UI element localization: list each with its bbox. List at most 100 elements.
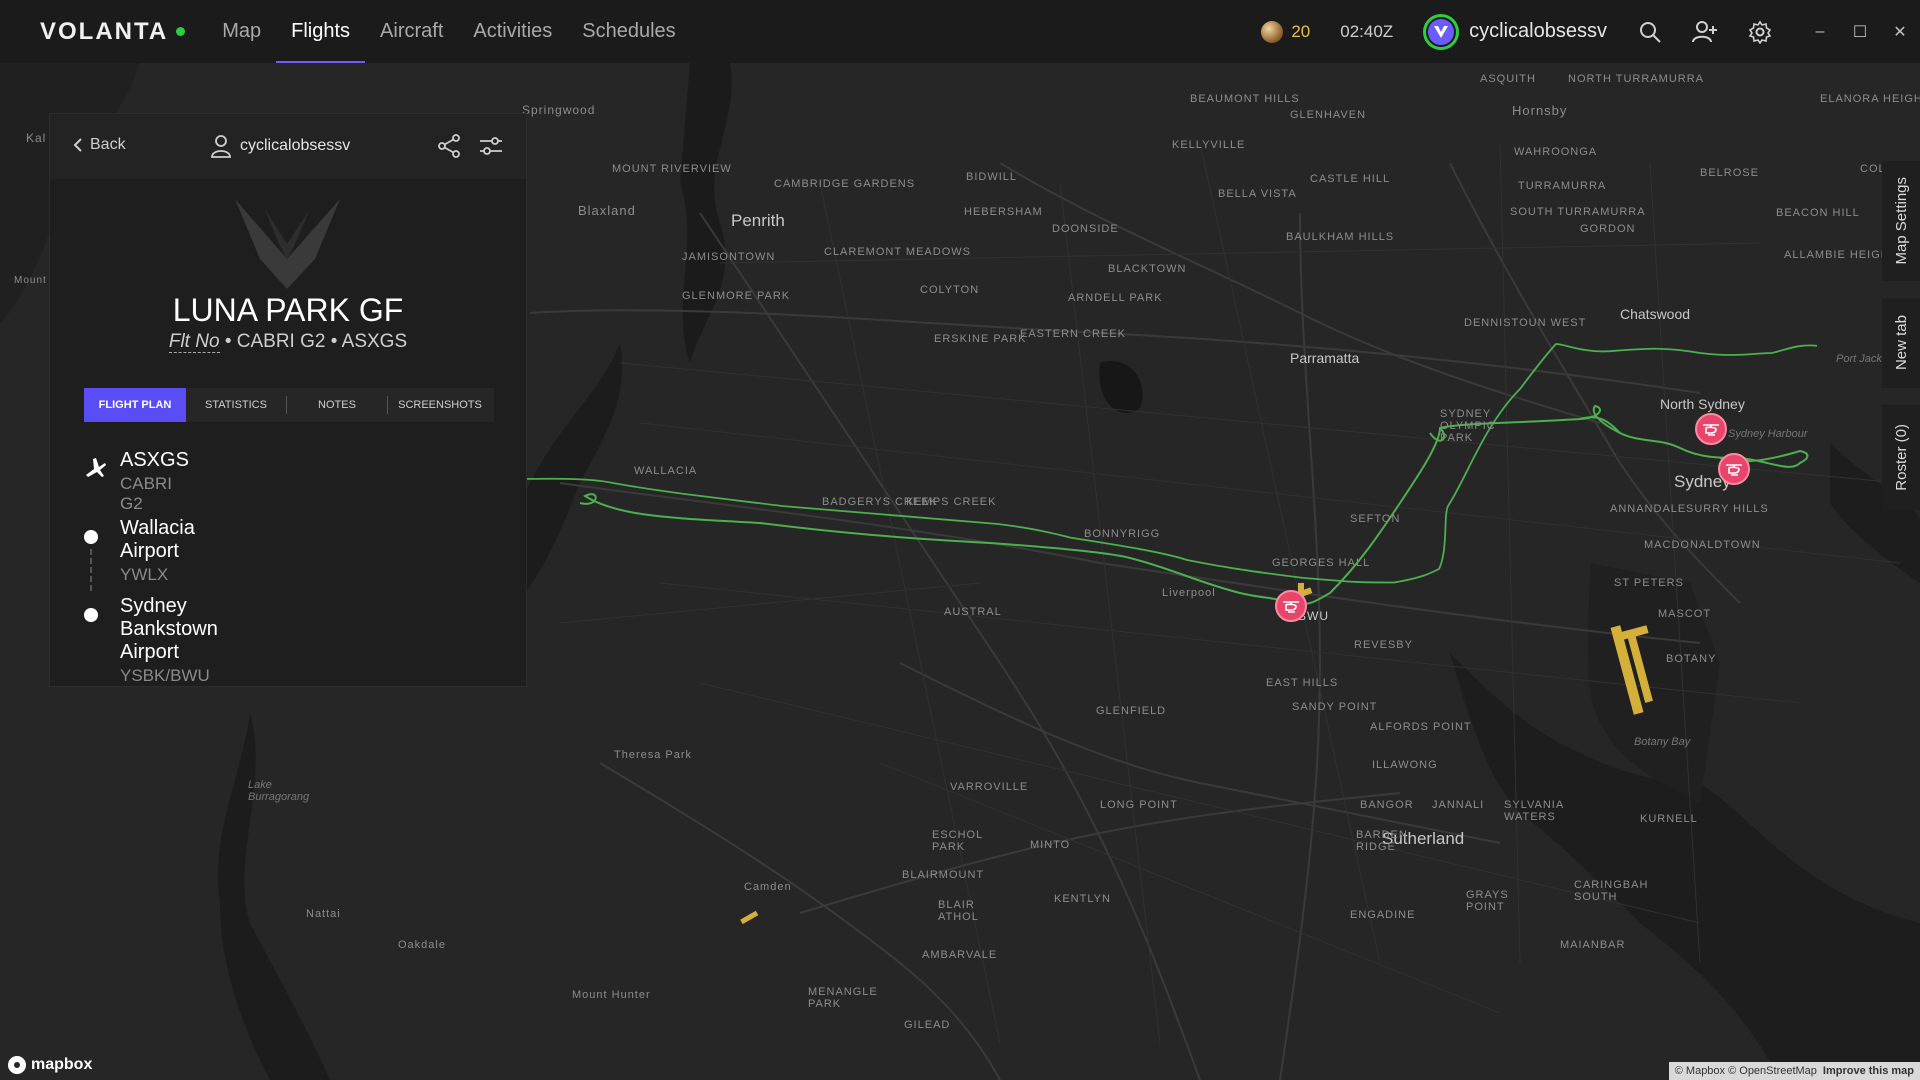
flight-number-placeholder[interactable]: Flt No bbox=[168, 331, 220, 353]
attribution-text[interactable]: © Mapbox © OpenStreetMap bbox=[1675, 1065, 1817, 1077]
map-label: Dennistoun West bbox=[1464, 317, 1587, 329]
map-label: Erskine Park bbox=[934, 333, 1027, 345]
map-label: Sefton bbox=[1350, 513, 1401, 525]
map-label: Gordon bbox=[1580, 223, 1636, 235]
user-icon bbox=[211, 135, 231, 158]
nav-flights[interactable]: Flights bbox=[276, 0, 365, 63]
volanta-v-icon bbox=[1428, 18, 1455, 45]
close-button[interactable]: ✕ bbox=[1880, 0, 1920, 63]
separator-dot: • bbox=[224, 331, 237, 352]
map-label: Mount Riverview bbox=[612, 163, 732, 175]
maximize-button[interactable]: ☐ bbox=[1840, 0, 1880, 63]
map-label: Colyton bbox=[920, 284, 980, 296]
map-label: Sandy Point bbox=[1292, 701, 1378, 713]
map-label: Blairmount bbox=[902, 869, 985, 881]
friends-icon[interactable] bbox=[1690, 17, 1720, 47]
route-connector bbox=[90, 549, 92, 591]
aircraft-registration: ASXGS bbox=[341, 331, 408, 352]
helicopter-marker[interactable] bbox=[1695, 413, 1727, 445]
plane-icon bbox=[84, 455, 108, 484]
flight-title: LUNA PARK GF bbox=[172, 292, 404, 328]
coins-balance[interactable]: 20 bbox=[1261, 20, 1311, 43]
map-label: Turramurra bbox=[1518, 180, 1607, 192]
tab-statistics[interactable]: STATISTICS bbox=[186, 388, 286, 422]
side-tab-map-settings[interactable]: Map Settings bbox=[1882, 161, 1920, 281]
route-text: ASXGS CABRI G2 bbox=[120, 449, 189, 514]
map-label: Bonnyrigg bbox=[1084, 528, 1161, 540]
nav-aircraft[interactable]: Aircraft bbox=[365, 0, 458, 63]
coins-count: 20 bbox=[1291, 21, 1311, 41]
map-label: Baulkham Hills bbox=[1286, 231, 1395, 243]
map-label: Revesby bbox=[1354, 639, 1413, 651]
map-label: Long Point bbox=[1100, 799, 1178, 811]
map-label: Jamisontown bbox=[682, 251, 776, 263]
map-label: Eschol Park bbox=[932, 829, 983, 853]
mapbox-icon bbox=[8, 1056, 26, 1074]
map-label: Bella Vista bbox=[1218, 188, 1297, 200]
map-label: Barden Ridge bbox=[1356, 829, 1408, 853]
map-label: Jannali bbox=[1432, 799, 1485, 811]
map-label: Claremont Meadows bbox=[824, 246, 971, 258]
back-button[interactable]: Back bbox=[72, 136, 126, 154]
tab-screenshots[interactable]: SCREENSHOTS bbox=[388, 388, 492, 422]
map-label: Kurnell bbox=[1640, 813, 1698, 825]
map-label: Austral bbox=[944, 606, 1002, 618]
map-label: Kemps Creek bbox=[906, 496, 997, 508]
side-tab-label: Roster (0) bbox=[1892, 424, 1910, 491]
map-label: Blacktown bbox=[1108, 263, 1187, 275]
flight-subtitle: Flt No • CABRI G2 • ASXGS bbox=[50, 331, 526, 353]
share-icon[interactable] bbox=[436, 133, 462, 164]
map-label: St Peters bbox=[1614, 577, 1684, 589]
back-label: Back bbox=[90, 136, 126, 153]
nav-map[interactable]: Map bbox=[207, 0, 276, 63]
search-icon[interactable] bbox=[1635, 17, 1665, 47]
map-label: Kentlyn bbox=[1054, 893, 1111, 905]
dot-icon bbox=[84, 608, 98, 622]
tab-notes[interactable]: NOTES bbox=[287, 388, 387, 422]
flight-detail-panel: Back cyclicalobsessv LUNA PARK GF Flt No… bbox=[49, 113, 527, 687]
nav-schedules[interactable]: Schedules bbox=[567, 0, 690, 63]
panel-header: Back cyclicalobsessv bbox=[50, 114, 526, 179]
operator-logo bbox=[235, 199, 340, 294]
map-label-water: Sydney Harbour bbox=[1728, 428, 1808, 440]
top-right-controls: 20 02:40Z cyclicalobsessv – ☐ ✕ bbox=[1261, 0, 1920, 63]
sliders-icon[interactable] bbox=[478, 133, 504, 164]
map-label: Castle Hill bbox=[1310, 173, 1391, 185]
main-nav: Map Flights Aircraft Activities Schedule… bbox=[207, 0, 690, 63]
top-username[interactable]: cyclicalobsessv bbox=[1469, 20, 1607, 43]
improve-map-link[interactable]: Improve this map bbox=[1823, 1065, 1914, 1077]
map-label: East Hills bbox=[1266, 677, 1339, 689]
panel-username: cyclicalobsessv bbox=[240, 137, 351, 154]
helicopter-marker[interactable] bbox=[1718, 453, 1750, 485]
gear-icon[interactable] bbox=[1745, 17, 1775, 47]
map-label: Theresa Park bbox=[614, 749, 693, 761]
minimize-button[interactable]: – bbox=[1800, 0, 1840, 63]
map-label: Lake Burragorang bbox=[248, 779, 310, 803]
tab-flight-plan[interactable]: FLIGHT PLAN bbox=[84, 388, 186, 422]
map-label: Hebersham bbox=[964, 206, 1043, 218]
side-tab-new-tab[interactable]: New tab bbox=[1882, 298, 1920, 388]
user-avatar[interactable] bbox=[1423, 13, 1460, 50]
map-label: Botany bbox=[1666, 653, 1717, 665]
side-tab-roster[interactable]: Roster (0) bbox=[1882, 405, 1920, 510]
map-label-water: Botany Bay bbox=[1634, 736, 1691, 748]
map-label: Asquith bbox=[1480, 73, 1536, 85]
map-label: Springwood bbox=[522, 103, 596, 117]
map-label: Cambridge Gardens bbox=[774, 178, 916, 190]
map-label: Glenmore Park bbox=[682, 290, 791, 302]
panel-tabs: FLIGHT PLAN STATISTICS NOTES SCREENSHOTS bbox=[84, 388, 494, 422]
map-label: Alfords Point bbox=[1370, 721, 1472, 733]
map-label: Annandale bbox=[1610, 503, 1687, 515]
map-label: Caringbah South bbox=[1574, 879, 1649, 903]
route-title: ASXGS bbox=[120, 449, 189, 471]
helicopter-marker[interactable] bbox=[1275, 590, 1307, 622]
route-title: Sydney Bankstown Airport bbox=[120, 595, 218, 663]
mapbox-logo[interactable]: mapbox bbox=[8, 1056, 92, 1074]
map-label: Oakdale bbox=[398, 939, 446, 951]
map-label: Wallacia bbox=[634, 465, 698, 477]
app-logo[interactable]: VOLANTA bbox=[40, 18, 186, 46]
panel-user[interactable]: cyclicalobsessv bbox=[210, 134, 350, 158]
nav-activities[interactable]: Activities bbox=[458, 0, 567, 63]
map-label: Kal bbox=[26, 131, 47, 145]
map-label: Gilead bbox=[904, 1019, 951, 1031]
